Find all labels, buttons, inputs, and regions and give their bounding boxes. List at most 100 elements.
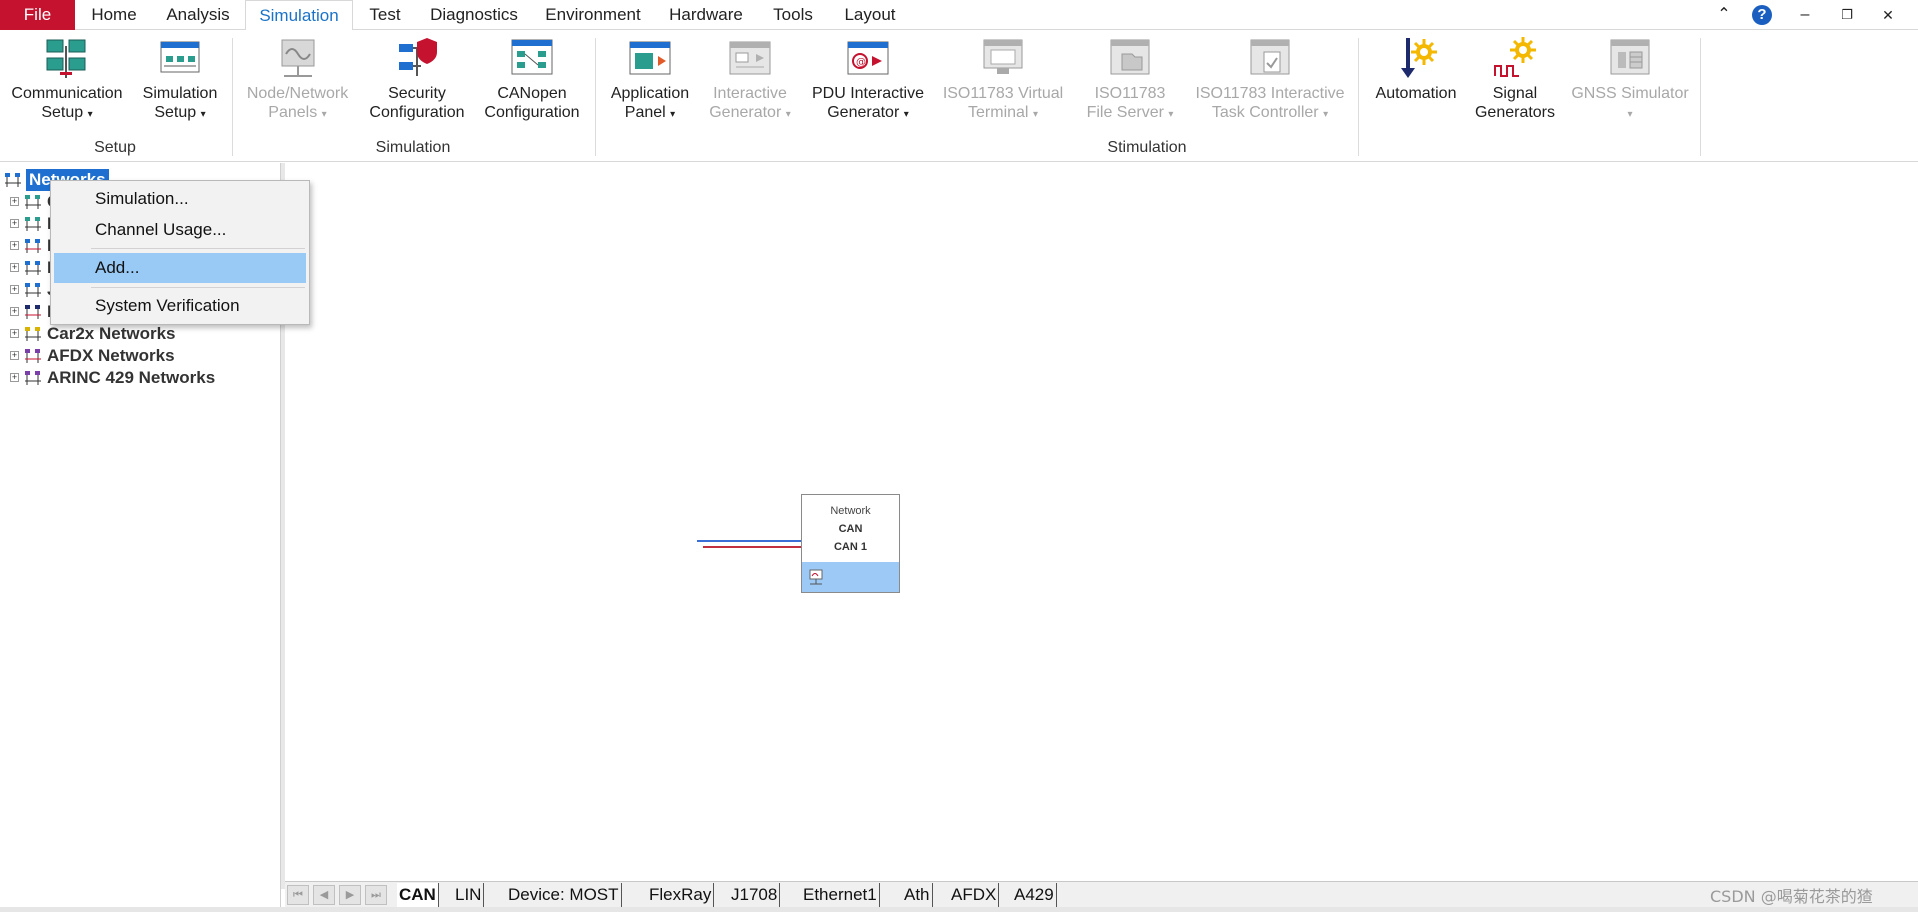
gnss-simulator-button[interactable]: GNSS Simulator ▾: [1568, 36, 1692, 124]
tree-item-label: AFDX Networks: [47, 346, 175, 365]
network-icon: [24, 348, 42, 364]
dropdown-arrow-icon: ▾: [87, 109, 93, 120]
dropdown-arrow-icon: ▾: [903, 109, 909, 120]
dropdown-arrow-icon: ▾: [1323, 109, 1329, 120]
expand-icon[interactable]: +: [10, 241, 19, 250]
expand-icon[interactable]: +: [10, 263, 19, 272]
tab-diagnostics[interactable]: Diagnostics: [428, 0, 520, 30]
bottom-tab-j1708[interactable]: J1708: [729, 883, 781, 907]
collapse-ribbon-icon[interactable]: ⌃: [1713, 4, 1735, 26]
expand-icon[interactable]: +: [10, 373, 19, 382]
bottom-tab-ath[interactable]: Ath: [902, 883, 933, 907]
tree-item-car2x-networks[interactable]: + Car2x Networks: [0, 323, 281, 345]
expand-icon[interactable]: +: [10, 285, 19, 294]
application-panel-button[interactable]: Application Panel ▾: [604, 36, 696, 124]
signal-generators-icon: [1493, 36, 1537, 80]
button-label: CANopen: [497, 85, 567, 102]
tab-file[interactable]: File: [0, 0, 75, 30]
security-configuration-icon: [395, 36, 439, 80]
canopen-configuration-icon: [510, 36, 554, 80]
button-label: Application: [610, 85, 690, 102]
button-label: PDU Interactive: [811, 85, 925, 102]
simulation-setup-button[interactable]: Simulation Setup ▾: [134, 36, 226, 124]
node-network-panels-icon: [276, 36, 320, 80]
bottom-tab-ethernet1[interactable]: Ethernet1: [801, 883, 880, 907]
pdu-interactive-generator-icon: @: [846, 36, 890, 80]
dropdown-arrow-icon: ▾: [321, 109, 327, 120]
network-node-icon: [808, 568, 826, 591]
iso11783-file-server-button[interactable]: ISO11783 File Server ▾: [1078, 36, 1182, 124]
expand-icon[interactable]: +: [10, 307, 19, 316]
node-network-panels-button[interactable]: Node/Network Panels ▾: [240, 36, 355, 124]
gnss-simulator-icon: [1608, 36, 1652, 80]
button-label: Task Controller: [1211, 104, 1319, 121]
network-icon: [24, 326, 42, 342]
dropdown-arrow-icon: ▾: [1627, 109, 1633, 120]
tree-item-label: Car2x Networks: [47, 324, 176, 343]
button-label: GNSS Simulator: [1571, 85, 1689, 102]
network-icon: [24, 304, 42, 320]
next-tab-button[interactable]: ▶: [339, 885, 361, 905]
ribbon: Communication Setup ▾ Simulation Setup ▾: [0, 30, 1918, 162]
iso11783-virtual-terminal-icon: [981, 36, 1025, 80]
button-label: Automation: [1375, 85, 1457, 102]
network-block-name: CAN 1: [833, 541, 867, 553]
bottom-tab-afdx[interactable]: AFDX: [949, 883, 1000, 907]
group-label-setup: Setup: [94, 139, 136, 156]
automation-button[interactable]: Automation: [1368, 36, 1464, 103]
tab-home[interactable]: Home: [88, 0, 140, 30]
tree-item-afdx-networks[interactable]: + AFDX Networks: [0, 345, 281, 367]
interactive-generator-button[interactable]: Interactive Generator ▾: [702, 36, 798, 124]
dropdown-arrow-icon: ▾: [1032, 109, 1038, 120]
network-block[interactable]: Network CAN CAN 1: [801, 494, 900, 593]
dropdown-arrow-icon: ▾: [200, 109, 206, 120]
tab-environment[interactable]: Environment: [542, 0, 644, 30]
simulation-canvas[interactable]: Network CAN CAN 1: [285, 163, 1918, 881]
expand-icon[interactable]: +: [10, 329, 19, 338]
expand-icon[interactable]: +: [10, 351, 19, 360]
communication-setup-button[interactable]: Communication Setup ▾: [6, 36, 128, 124]
pdu-interactive-generator-button[interactable]: @ PDU Interactive Generator ▾: [806, 36, 930, 124]
network-icon: [24, 194, 42, 210]
tab-test[interactable]: Test: [364, 0, 406, 30]
last-tab-button[interactable]: ⏭: [365, 885, 387, 905]
restore-button[interactable]: ❐: [1836, 4, 1858, 26]
bottom-tab-lin[interactable]: LIN: [453, 883, 485, 907]
group-separator: [1700, 38, 1701, 156]
prev-tab-button[interactable]: ◀: [313, 885, 335, 905]
tab-simulation[interactable]: Simulation: [245, 0, 353, 31]
bottom-tab-can[interactable]: CAN: [397, 883, 439, 907]
tree-item-label: ARINC 429 Networks: [47, 368, 216, 387]
signal-generators-button[interactable]: Signal Generators: [1470, 36, 1560, 122]
first-tab-button[interactable]: ⏮: [287, 885, 309, 905]
expand-icon[interactable]: +: [10, 197, 19, 206]
dropdown-arrow-icon: ▾: [670, 109, 676, 120]
button-label: Panels: [268, 104, 318, 121]
context-menu-item-channel-usage[interactable]: Channel Usage...: [54, 215, 306, 245]
tab-layout[interactable]: Layout: [840, 0, 900, 30]
button-label: Configuration: [369, 104, 465, 121]
bottom-tab-device-most[interactable]: Device: MOST: [506, 883, 622, 907]
tab-analysis[interactable]: Analysis: [162, 0, 234, 30]
iso11783-task-controller-icon: [1248, 36, 1292, 80]
button-label: Setup: [41, 104, 84, 121]
bottom-tab-a429[interactable]: A429: [1012, 883, 1057, 907]
context-menu-item-simulation[interactable]: Simulation...: [54, 184, 306, 214]
bus-wire-red: [703, 546, 801, 548]
iso11783-task-controller-button[interactable]: ISO11783 Interactive Task Controller ▾: [1190, 36, 1350, 124]
bottom-tab-flexray[interactable]: FlexRay: [647, 883, 715, 907]
context-menu-item-add[interactable]: Add...: [54, 253, 306, 283]
expand-icon[interactable]: +: [10, 219, 19, 228]
iso11783-file-server-icon: [1108, 36, 1152, 80]
tab-tools[interactable]: Tools: [768, 0, 818, 30]
tab-hardware[interactable]: Hardware: [664, 0, 748, 30]
help-icon[interactable]: ?: [1752, 5, 1772, 25]
minimize-button[interactable]: –: [1794, 4, 1816, 26]
iso11783-virtual-terminal-button[interactable]: ISO11783 Virtual Terminal ▾: [940, 36, 1066, 124]
dropdown-arrow-icon: ▾: [1168, 109, 1174, 120]
canopen-configuration-button[interactable]: CANopen Configuration: [480, 36, 584, 122]
tree-item-arinc429-networks[interactable]: + ARINC 429 Networks: [0, 367, 281, 389]
security-configuration-button[interactable]: Security Configuration: [365, 36, 469, 122]
close-button[interactable]: ✕: [1877, 4, 1899, 26]
context-menu-item-system-verification[interactable]: System Verification: [54, 291, 306, 321]
